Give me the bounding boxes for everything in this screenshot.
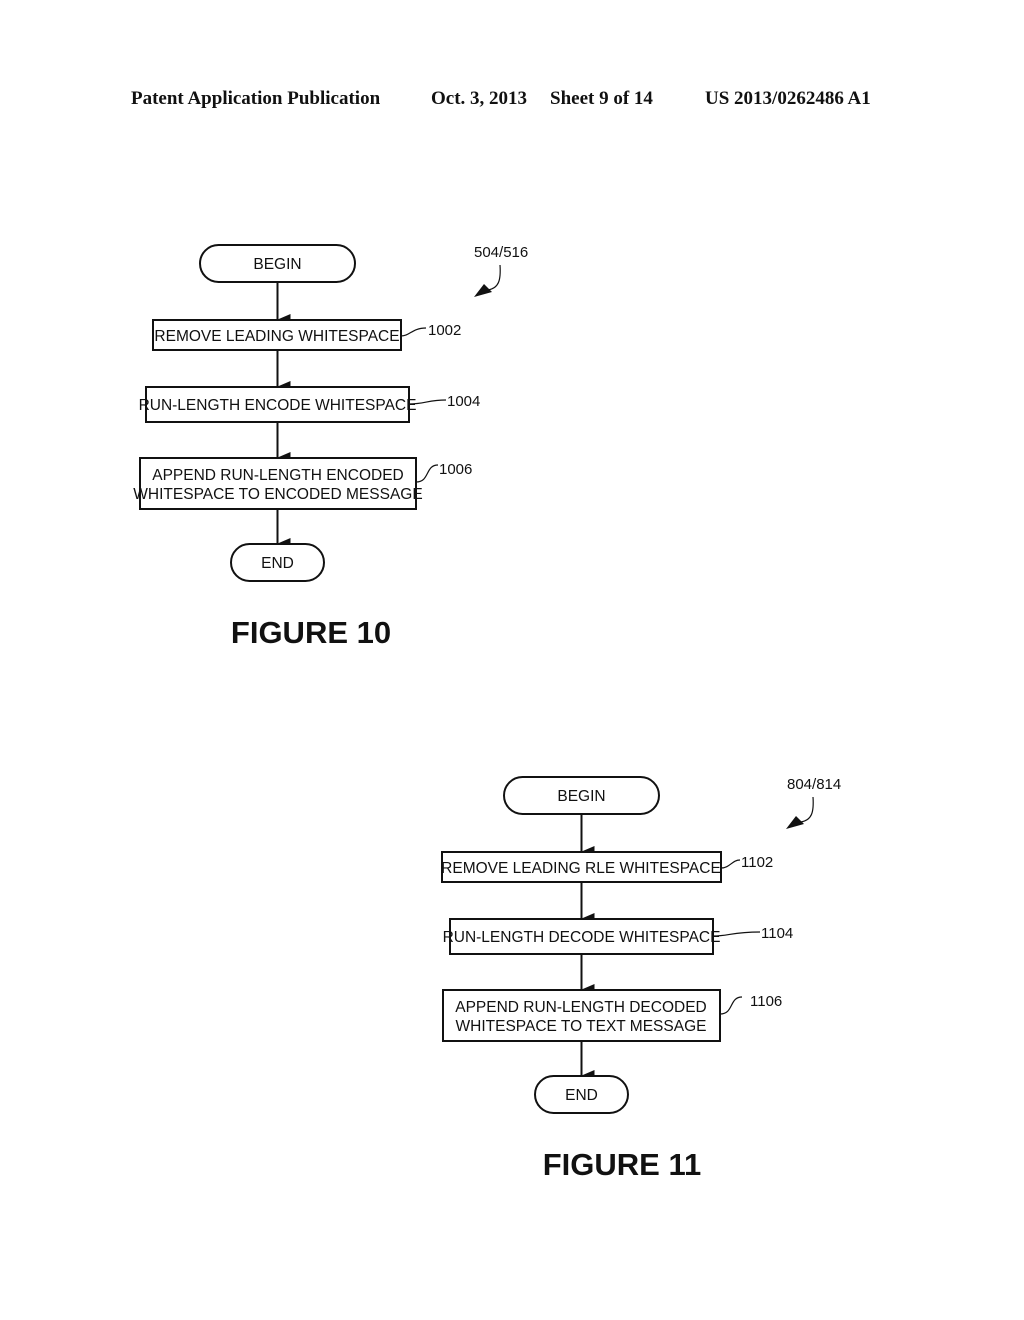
figure-10: BEGIN REMOVE LEADING WHITESPACE 1002 RUN… bbox=[133, 244, 528, 650]
process-step-1106: APPEND RUN-LENGTH DECODED WHITESPACE TO … bbox=[442, 989, 782, 1042]
process-step-1104: RUN-LENGTH DECODE WHITESPACE 1104 bbox=[443, 918, 793, 955]
figure-reference-number: 504/516 bbox=[474, 244, 528, 261]
leader-line bbox=[720, 859, 741, 869]
step-ref-number: 1106 bbox=[750, 993, 782, 1010]
figure-caption: FIGURE 10 bbox=[231, 615, 391, 650]
end-terminal: END bbox=[230, 543, 325, 582]
process-step-1002: REMOVE LEADING WHITESPACE 1002 bbox=[152, 319, 461, 351]
reference-curve bbox=[487, 264, 501, 291]
figure-reference-pointer: 504/516 bbox=[474, 244, 528, 297]
process-step-1102: REMOVE LEADING RLE WHITESPACE 1102 bbox=[441, 851, 773, 883]
process-step-1004: RUN-LENGTH ENCODE WHITESPACE 1004 bbox=[139, 386, 480, 423]
step-label-line-2: WHITESPACE TO TEXT MESSAGE bbox=[456, 1018, 707, 1035]
end-label: END bbox=[261, 555, 294, 572]
end-label: END bbox=[565, 1087, 598, 1104]
leader-line bbox=[400, 327, 427, 337]
step-ref-number: 1104 bbox=[761, 925, 793, 942]
begin-terminal: BEGIN bbox=[503, 776, 660, 815]
figure-caption: FIGURE 11 bbox=[543, 1147, 702, 1182]
begin-label: BEGIN bbox=[253, 256, 301, 273]
arrowhead-icon bbox=[474, 284, 492, 297]
step-ref-number: 1102 bbox=[741, 854, 773, 871]
step-label: RUN-LENGTH DECODE WHITESPACE bbox=[443, 929, 721, 946]
leader-line bbox=[719, 996, 743, 1015]
step-label-line-1: APPEND RUN-LENGTH DECODED bbox=[455, 999, 706, 1016]
arrowhead-icon bbox=[786, 816, 804, 829]
step-label: REMOVE LEADING RLE WHITESPACE bbox=[441, 860, 721, 877]
leader-line bbox=[415, 464, 439, 483]
reference-curve bbox=[800, 796, 814, 823]
end-terminal: END bbox=[534, 1075, 629, 1114]
begin-terminal: BEGIN bbox=[199, 244, 356, 283]
step-label-line-2: WHITESPACE TO ENCODED MESSAGE bbox=[133, 486, 422, 503]
begin-label: BEGIN bbox=[557, 788, 605, 805]
flowchart-canvas: BEGIN REMOVE LEADING WHITESPACE 1002 RUN… bbox=[133, 244, 841, 1182]
figure-11: BEGIN REMOVE LEADING RLE WHITESPACE 1102… bbox=[441, 776, 841, 1182]
step-ref-number: 1006 bbox=[439, 461, 472, 478]
step-ref-number: 1002 bbox=[428, 322, 461, 339]
figure-reference-number: 804/814 bbox=[787, 776, 841, 793]
step-label: RUN-LENGTH ENCODE WHITESPACE bbox=[139, 397, 417, 414]
step-ref-number: 1004 bbox=[447, 393, 480, 410]
step-label: REMOVE LEADING WHITESPACE bbox=[154, 328, 399, 345]
figure-reference-pointer: 804/814 bbox=[786, 776, 841, 829]
step-label-line-1: APPEND RUN-LENGTH ENCODED bbox=[152, 467, 403, 484]
process-step-1006: APPEND RUN-LENGTH ENCODED WHITESPACE TO … bbox=[133, 457, 472, 510]
